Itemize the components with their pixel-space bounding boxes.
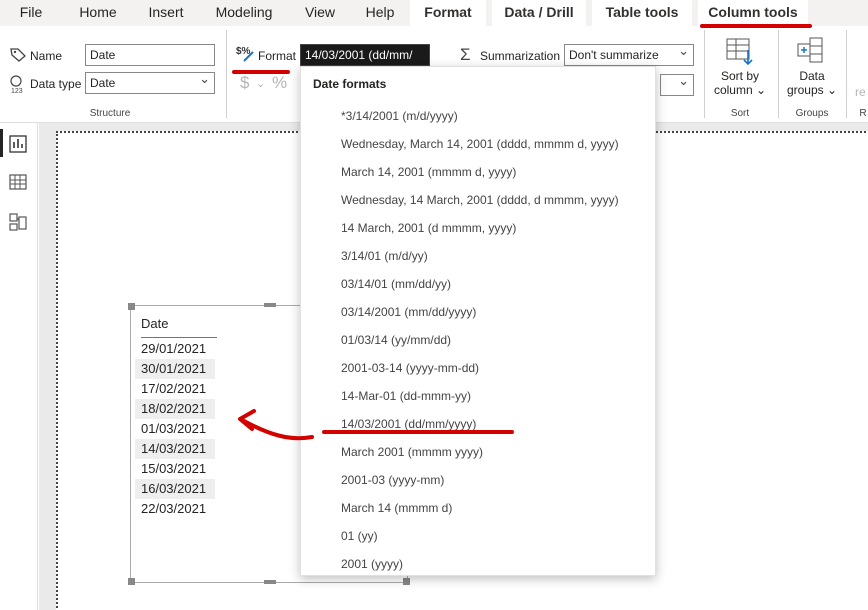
table-row: 18/02/2021 [135, 399, 215, 419]
annotation-underline-format [232, 70, 290, 74]
data-category-select[interactable] [660, 74, 694, 96]
table-row: 16/03/2021 [135, 479, 215, 499]
groups-group-label: Groups [795, 108, 829, 119]
divider [226, 30, 227, 118]
svg-text:123: 123 [11, 88, 23, 94]
data-type-select[interactable]: Date [85, 72, 215, 94]
model-view-icon[interactable] [7, 211, 29, 233]
relationships-button-partial[interactable]: re [855, 85, 866, 99]
tab-modeling[interactable]: Modeling [206, 0, 282, 26]
resize-handle[interactable] [128, 303, 135, 310]
sort-by-column-button[interactable]: Sort by column ⌄ [712, 69, 768, 97]
relationships-group-label: R [859, 108, 867, 119]
data-type-icon: 123 [10, 75, 23, 94]
sort-by-column-icon [726, 38, 753, 66]
tab-format[interactable]: Format [410, 0, 486, 26]
format-option[interactable]: 01 (yy) [341, 525, 378, 547]
data-groups-icon [797, 37, 823, 63]
format-option[interactable]: March 2001 (mmmm yyyy) [341, 441, 483, 463]
active-view-indicator [0, 129, 3, 157]
groups-button-line2: groups ⌄ [786, 83, 838, 97]
chevron-down-icon: ⌄ [256, 78, 266, 90]
format-select-value: 14/03/2001 (dd/mm/ [305, 48, 413, 62]
table-row: 01/03/2021 [141, 421, 207, 436]
menu-bar: File Home Insert Modeling View Help Form… [0, 0, 868, 26]
groups-button-line1: Data [799, 69, 825, 83]
resize-handle[interactable] [264, 580, 276, 584]
data-groups-button[interactable]: Data groups ⌄ [784, 69, 840, 97]
tab-help[interactable]: Help [358, 0, 402, 26]
sort-button-line2: column ⌄ [713, 83, 767, 97]
sort-button-line1: Sort by [720, 69, 759, 83]
tab-data-drill[interactable]: Data / Drill [492, 0, 586, 26]
tab-file[interactable]: File [8, 0, 54, 26]
format-option[interactable]: 03/14/2001 (mm/dd/yyyy) [341, 301, 476, 323]
sigma-icon: Σ [460, 45, 471, 64]
format-option[interactable]: 14-Mar-01 (dd-mmm-yy) [341, 385, 471, 407]
summarization-label: Summarization [480, 49, 561, 63]
divider [846, 30, 847, 118]
table-row: 29/01/2021 [141, 341, 207, 356]
resize-handle[interactable] [403, 578, 410, 585]
resize-handle[interactable] [128, 578, 135, 585]
table-row: 30/01/2021 [135, 359, 215, 379]
format-option[interactable]: 2001-03-14 (yyyy-mm-dd) [341, 357, 479, 379]
annotation-underline-selected-format [322, 430, 514, 434]
format-option[interactable]: 14 March, 2001 (d mmmm, yyyy) [341, 217, 516, 239]
report-view-icon[interactable] [7, 133, 29, 155]
format-option[interactable]: 3/14/01 (m/d/yy) [341, 245, 428, 267]
tab-table-tools[interactable]: Table tools [592, 0, 692, 26]
tab-insert[interactable]: Insert [140, 0, 192, 26]
dropdown-section-title: Date formats [313, 77, 387, 91]
column-header-date[interactable]: Date [141, 313, 217, 338]
format-option[interactable]: Wednesday, March 14, 2001 (dddd, mmmm d,… [341, 133, 619, 155]
format-option[interactable]: *3/14/2001 (m/d/yyyy) [341, 105, 458, 127]
table-row: 15/03/2021 [141, 461, 207, 476]
name-field[interactable]: Date [85, 44, 215, 66]
divider [778, 30, 779, 118]
percent-button[interactable]: % [272, 73, 287, 93]
data-view-icon[interactable] [7, 171, 29, 193]
format-option[interactable]: 2001 (yyyy) [341, 553, 403, 575]
resize-handle[interactable] [264, 303, 276, 307]
date-format-dropdown: Date formats *3/14/2001 (m/d/yyyy) Wedne… [300, 66, 656, 576]
format-option[interactable]: March 14 (mmmm d) [341, 497, 452, 519]
annotation-underline-column-tools [700, 24, 812, 28]
sort-group-label: Sort [730, 108, 750, 119]
format-icon: $% [236, 46, 254, 62]
data-type-label: Data type [30, 77, 82, 91]
format-option[interactable]: 01/03/14 (yy/mm/dd) [341, 329, 451, 351]
format-option[interactable]: March 14, 2001 (mmmm d, yyyy) [341, 161, 516, 183]
tab-column-tools[interactable]: Column tools [698, 0, 808, 26]
format-option[interactable]: Wednesday, 14 March, 2001 (dddd, d mmmm,… [341, 189, 619, 211]
format-label: Format [258, 49, 297, 63]
format-option[interactable]: 03/14/01 (mm/dd/yy) [341, 273, 451, 295]
divider [704, 30, 705, 118]
currency-button[interactable]: $ [240, 73, 249, 93]
structure-group-label: Structure [89, 108, 131, 119]
format-select[interactable]: 14/03/2001 (dd/mm/ [300, 44, 430, 66]
tab-view[interactable]: View [296, 0, 344, 26]
tab-home[interactable]: Home [70, 0, 126, 26]
table-row: 22/03/2021 [141, 501, 207, 516]
table-row: 17/02/2021 [141, 381, 207, 396]
view-switcher [0, 123, 38, 610]
annotation-arrow [238, 409, 314, 441]
table-row: 14/03/2021 [135, 439, 215, 459]
summarization-select[interactable]: Don't summarize [564, 44, 694, 66]
format-option[interactable]: 2001-03 (yyyy-mm) [341, 469, 444, 491]
name-label: Name [30, 49, 63, 63]
tag-icon [10, 48, 26, 62]
